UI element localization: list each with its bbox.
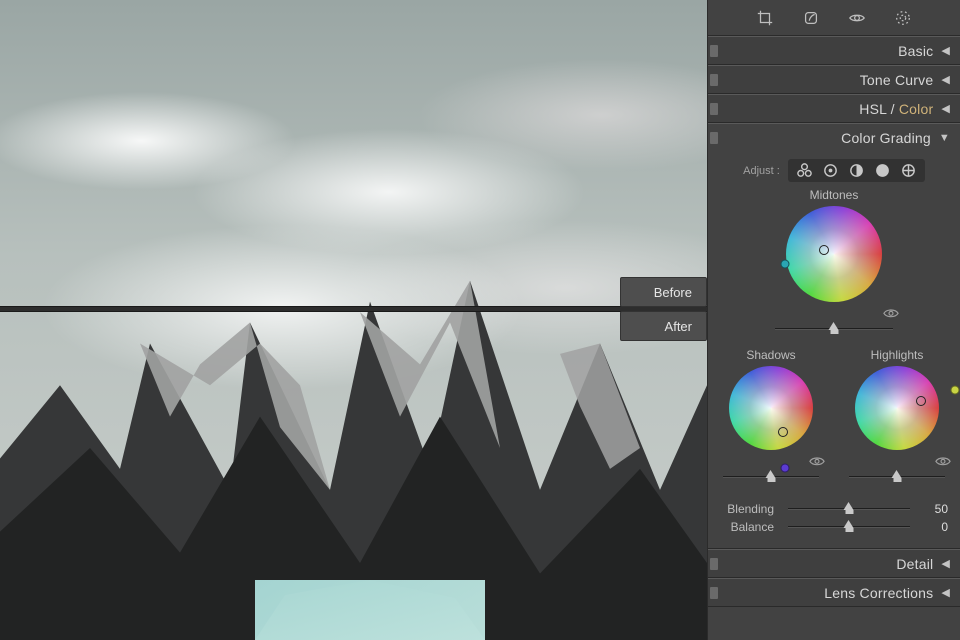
panel-hsl-color[interactable]: HSL / Color ◀ (708, 94, 960, 123)
midtones-knob[interactable] (819, 245, 829, 255)
zone-title-midtones: Midtones (714, 188, 954, 202)
panel-switch-icon[interactable] (710, 45, 718, 57)
mountains-svg (0, 218, 707, 640)
shadows-edge-dot[interactable] (781, 464, 790, 473)
adjust-mode-group (788, 159, 925, 182)
blending-slider[interactable] (782, 502, 916, 516)
shadows-luminance-slider[interactable] (717, 470, 825, 484)
panel-label: Detail (896, 556, 933, 572)
panel-lens-corrections[interactable]: Lens Corrections ◀ (708, 578, 960, 607)
panel-detail[interactable]: Detail ◀ (708, 549, 960, 578)
shadows-knob[interactable] (778, 427, 788, 437)
before-image[interactable] (0, 0, 707, 640)
adjust-label: Adjust : (743, 165, 780, 177)
highlights-wheel[interactable] (855, 366, 939, 450)
panel-label: Lens Corrections (824, 585, 933, 601)
tool-strip (708, 0, 960, 36)
zone-title-highlights: Highlights (871, 348, 924, 362)
balance-value[interactable]: 0 (924, 520, 948, 534)
redeye-icon[interactable] (848, 9, 866, 27)
highlights-knob[interactable] (916, 396, 926, 406)
color-grading-body: Adjust : Midtones (708, 151, 960, 548)
mode-global-icon[interactable] (900, 162, 917, 179)
visibility-icon[interactable] (809, 456, 825, 468)
chevron-left-icon: ◀ (941, 44, 950, 57)
balance-label: Balance (720, 520, 774, 534)
preview-divider (0, 306, 707, 312)
highlights-edge-dot[interactable] (951, 386, 960, 395)
spot-heal-icon[interactable] (802, 9, 820, 27)
panel-basic[interactable]: Basic ◀ (708, 36, 960, 65)
mode-shadows-icon[interactable] (822, 162, 839, 179)
panel-tone-curve[interactable]: Tone Curve ◀ (708, 65, 960, 94)
zone-title-shadows: Shadows (746, 348, 795, 362)
midtones-wheel[interactable] (786, 206, 882, 302)
highlights-luminance-slider[interactable] (843, 470, 951, 484)
panel-switch-icon[interactable] (710, 132, 718, 144)
develop-panel: Basic ◀ Tone Curve ◀ HSL / Color ◀ Color Gr… (707, 0, 960, 640)
shadows-wheel[interactable] (729, 366, 813, 450)
before-after-labels: Before After (620, 277, 707, 345)
visibility-icon[interactable] (883, 308, 899, 320)
radial-icon[interactable] (894, 9, 912, 27)
panel-switch-icon[interactable] (710, 558, 718, 570)
blending-row: Blending 50 (714, 502, 954, 516)
blending-label: Blending (720, 502, 774, 516)
panel-color-grading: Color Grading ▼ Adjust : Midtones (708, 123, 960, 549)
before-text: Before (654, 285, 692, 300)
panel-switch-icon[interactable] (710, 103, 718, 115)
midtones-edge-dot[interactable] (781, 260, 790, 269)
mode-midtones-icon[interactable] (848, 162, 865, 179)
crop-icon[interactable] (756, 9, 774, 27)
balance-slider[interactable] (782, 520, 916, 534)
chevron-left-icon: ◀ (941, 73, 950, 86)
panel-label: Color Grading (841, 130, 931, 146)
lake-svg (255, 580, 485, 640)
panel-switch-icon[interactable] (710, 74, 718, 86)
chevron-down-icon: ▼ (939, 132, 950, 144)
after-text: After (665, 319, 692, 334)
panel-header[interactable]: Color Grading ▼ (708, 124, 960, 151)
chevron-left-icon: ◀ (941, 586, 950, 599)
balance-row: Balance 0 (714, 520, 954, 534)
preview-area: Before After (0, 0, 707, 640)
panel-switch-icon[interactable] (710, 587, 718, 599)
panel-label: Basic (898, 43, 933, 59)
chevron-left-icon: ◀ (941, 557, 950, 570)
before-label: Before (620, 277, 707, 307)
mode-3way-icon[interactable] (796, 162, 813, 179)
after-label: After (620, 311, 707, 341)
mode-highlights-icon[interactable] (874, 162, 891, 179)
chevron-left-icon: ◀ (941, 102, 950, 115)
blending-value[interactable]: 50 (924, 502, 948, 516)
panel-label: HSL / Color (859, 101, 933, 117)
visibility-icon[interactable] (935, 456, 951, 468)
panel-label: Tone Curve (860, 72, 934, 88)
adjust-mode-row: Adjust : (714, 159, 954, 182)
midtones-luminance-slider[interactable] (769, 322, 899, 336)
